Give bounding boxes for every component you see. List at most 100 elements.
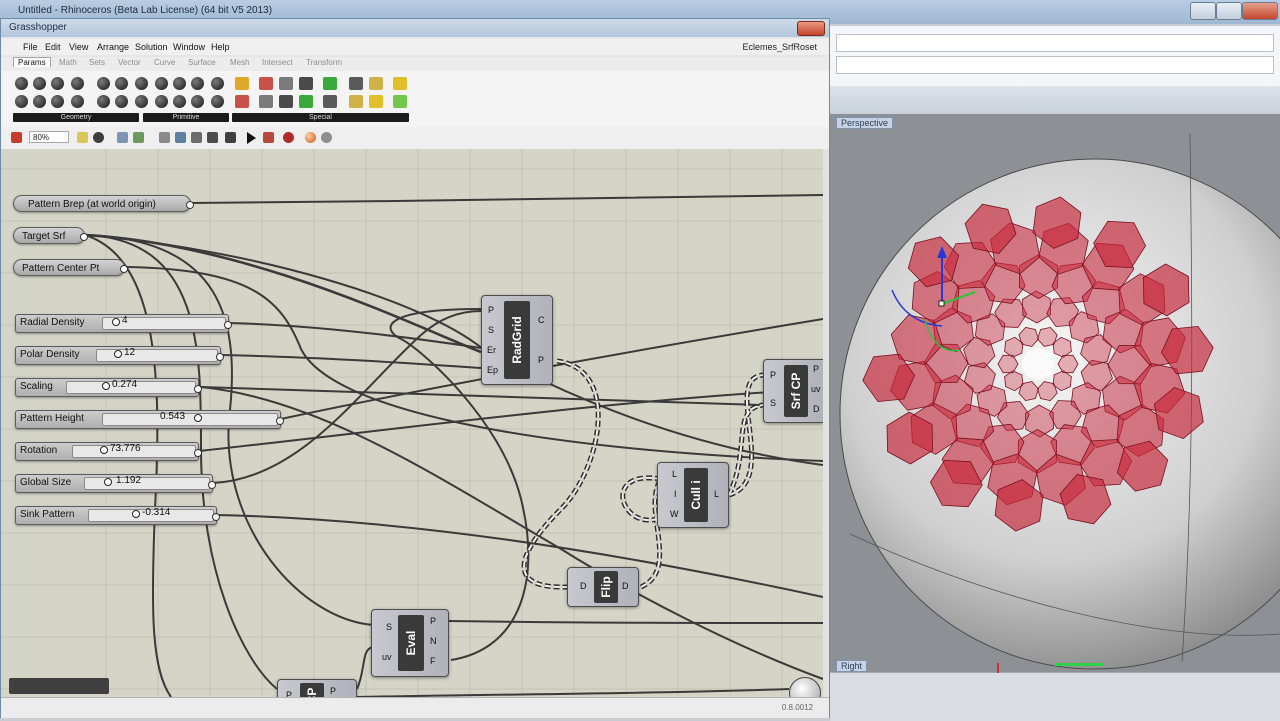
tab-params[interactable]: Params <box>13 57 51 67</box>
viewport-label-perspective[interactable]: Perspective <box>836 117 894 129</box>
cp-input-p[interactable]: P <box>286 690 292 697</box>
ribbon-special-icon[interactable] <box>259 95 273 108</box>
ribbon-special-icon[interactable] <box>299 77 313 90</box>
ribbon-param-icon[interactable] <box>97 77 110 90</box>
menu-view[interactable]: View <box>69 42 88 52</box>
tab-vector[interactable]: Vector <box>118 58 141 67</box>
param-pattern-center-pt[interactable]: Pattern Center Pt <box>13 259 128 276</box>
command-input[interactable] <box>836 56 1274 74</box>
component-eval[interactable]: S uv Eval P N F <box>371 609 449 677</box>
menu-file[interactable]: File <box>23 42 38 52</box>
gh-close-button[interactable] <box>797 21 825 36</box>
ribbon-special-icon[interactable] <box>235 77 249 90</box>
ribbon-group-special[interactable]: Special <box>232 113 409 122</box>
ribbon-special-icon[interactable] <box>349 77 363 90</box>
ribbon-special-icon[interactable] <box>235 95 249 108</box>
menu-window[interactable]: Window <box>173 42 205 52</box>
menu-arrange[interactable]: Arrange <box>97 42 129 52</box>
ribbon-special-icon[interactable] <box>279 77 293 90</box>
component-cp[interactable]: P CP P D <box>277 679 357 697</box>
slider-knob[interactable] <box>132 510 140 518</box>
radgrid-output-p[interactable]: P <box>538 355 544 365</box>
zoom-field[interactable]: 80% <box>29 131 69 143</box>
ribbon-param-icon[interactable] <box>33 95 46 108</box>
ribbon-param-icon[interactable] <box>33 77 46 90</box>
ribbon-param-icon[interactable] <box>115 95 128 108</box>
preview-shaded-icon[interactable] <box>191 132 202 143</box>
preview-wire-icon[interactable] <box>175 132 186 143</box>
display-icon[interactable] <box>283 132 294 143</box>
menu-help[interactable]: Help <box>211 42 230 52</box>
ribbon-param-icon[interactable] <box>173 77 186 90</box>
ribbon-special-icon[interactable] <box>349 95 363 108</box>
ribbon-group-primitive[interactable]: Primitive <box>143 113 229 122</box>
ribbon-special-icon[interactable] <box>369 95 383 108</box>
ribbon-param-icon[interactable] <box>191 95 204 108</box>
ribbon-param-icon[interactable] <box>135 95 148 108</box>
slider-knob[interactable] <box>112 318 120 326</box>
ribbon-param-icon[interactable] <box>173 95 186 108</box>
ribbon-param-icon[interactable] <box>135 77 148 90</box>
slider-global-size[interactable]: Global Size 1.192 <box>15 474 216 493</box>
tab-transform[interactable]: Transform <box>306 58 342 67</box>
ribbon-param-icon[interactable] <box>71 77 84 90</box>
ribbon-param-icon[interactable] <box>51 95 64 108</box>
culli-input-l[interactable]: L <box>672 469 677 479</box>
srfcp-output-p[interactable]: P <box>813 364 819 374</box>
sketch-icon[interactable] <box>133 132 144 143</box>
ribbon-param-icon[interactable] <box>155 95 168 108</box>
ribbon-param-icon[interactable] <box>15 77 28 90</box>
slider-track[interactable] <box>84 477 210 490</box>
radgrid-input-er[interactable]: Er <box>487 345 496 355</box>
zoom-selected-icon[interactable] <box>93 132 104 143</box>
preview-selected-icon[interactable] <box>207 132 218 143</box>
ribbon-param-icon[interactable] <box>155 77 168 90</box>
canvas-scrollbar[interactable] <box>823 149 829 697</box>
component-srf-cp[interactable]: P S Srf CP P uv D <box>763 359 823 423</box>
tab-intersect[interactable]: Intersect <box>262 58 293 67</box>
material-icon[interactable] <box>305 132 316 143</box>
srfcp-output-d[interactable]: D <box>813 404 820 414</box>
document-name[interactable]: Eclemes_SrfRoset <box>742 42 817 52</box>
ribbon-special-icon[interactable] <box>323 77 337 90</box>
flip-output-d[interactable]: D <box>622 581 629 591</box>
slider-sink-pattern[interactable]: Sink Pattern -0.314 <box>15 506 220 525</box>
minimize-button[interactable] <box>1190 2 1216 20</box>
open-file-icon[interactable] <box>11 132 22 143</box>
srfcp-input-p[interactable]: P <box>770 370 776 380</box>
ribbon-special-icon[interactable] <box>323 95 337 108</box>
srfcp-output-uv[interactable]: uv <box>811 384 821 394</box>
tab-mesh[interactable]: Mesh <box>230 58 250 67</box>
bake-icon[interactable] <box>263 132 274 143</box>
param-pattern-brep[interactable]: Pattern Brep (at world origin) <box>13 195 194 212</box>
component-cull-i[interactable]: L I W Cull i L <box>657 462 729 528</box>
flip-input-d[interactable]: D <box>580 581 587 591</box>
close-button[interactable] <box>1242 2 1278 20</box>
ribbon-param-icon[interactable] <box>51 77 64 90</box>
slider-knob[interactable] <box>114 350 122 358</box>
ribbon-param-icon[interactable] <box>97 95 110 108</box>
slider-rotation[interactable]: Rotation 73.776 <box>15 442 202 461</box>
gear-icon[interactable] <box>321 132 332 143</box>
ribbon-special-icon[interactable] <box>393 77 407 90</box>
eval-output-n[interactable]: N <box>430 636 437 646</box>
ribbon-group-geometry[interactable]: Geometry <box>13 113 139 122</box>
ribbon-param-icon[interactable] <box>191 77 204 90</box>
eval-input-s[interactable]: S <box>386 622 392 632</box>
disable-icon[interactable] <box>225 132 236 143</box>
slider-track[interactable] <box>102 413 278 426</box>
slider-knob[interactable] <box>194 414 202 422</box>
eval-output-p[interactable]: P <box>430 616 436 626</box>
ribbon-special-icon[interactable] <box>259 77 273 90</box>
culli-input-w[interactable]: W <box>670 509 679 519</box>
slider-knob[interactable] <box>100 446 108 454</box>
radgrid-input-p[interactable]: P <box>488 305 494 315</box>
ribbon-special-icon[interactable] <box>393 95 407 108</box>
zoom-extents-icon[interactable] <box>77 132 88 143</box>
param-target-srf[interactable]: Target Srf <box>13 227 88 244</box>
component-flip[interactable]: D Flip D <box>567 567 639 607</box>
radgrid-input-s[interactable]: S <box>488 325 494 335</box>
preview-off-icon[interactable] <box>159 132 170 143</box>
cp-output-p[interactable]: P <box>330 686 336 696</box>
ribbon-param-icon[interactable] <box>71 95 84 108</box>
